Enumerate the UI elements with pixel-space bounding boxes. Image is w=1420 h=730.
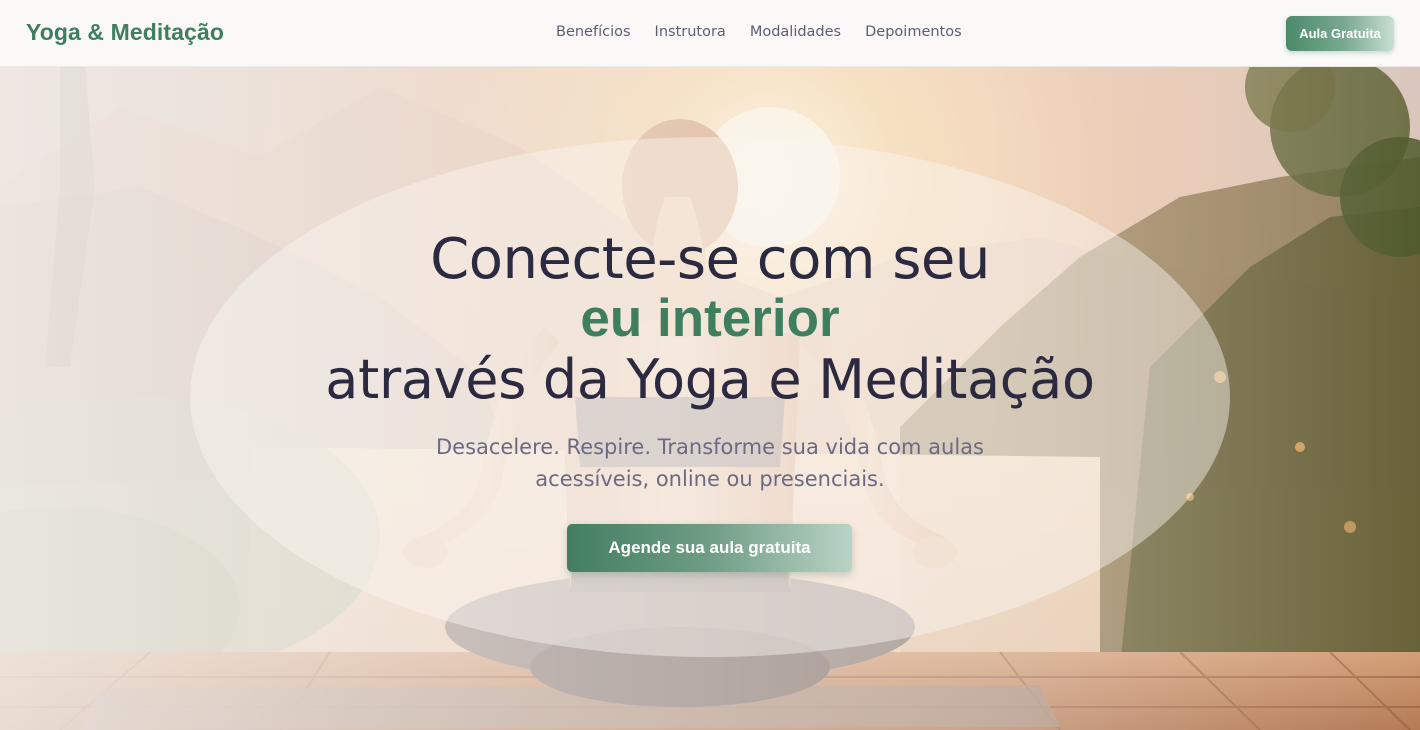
site-header: Yoga & Meditação Benefícios Instrutora M… — [0, 0, 1420, 67]
main-nav: Benefícios Instrutora Modalidades Depoim… — [556, 24, 962, 40]
nav-link-instrutora[interactable]: Instrutora — [655, 24, 726, 40]
hero-headline-highlight: eu interior — [580, 289, 840, 348]
hero-subtitle: Desacelere. Respire. Transforme sua vida… — [435, 435, 984, 491]
hero-headline-line3: através da Yoga e Meditação — [325, 348, 1095, 411]
nav-link-beneficios[interactable]: Benefícios — [556, 24, 631, 40]
hero-section: Conecte-se com seu eu interior através d… — [0, 67, 1420, 730]
hero-content: Conecte-se com seu eu interior através d… — [0, 67, 1420, 730]
schedule-free-class-button[interactable]: Agende sua aula gratuita — [567, 524, 852, 572]
nav-link-modalidades[interactable]: Modalidades — [750, 24, 841, 40]
hero-headline-line1: Conecte-se com seu — [430, 227, 990, 292]
nav-link-depoimentos[interactable]: Depoimentos — [865, 24, 962, 40]
site-logo[interactable]: Yoga & Meditação — [26, 19, 224, 46]
free-class-button[interactable]: Aula Gratuita — [1286, 16, 1394, 51]
